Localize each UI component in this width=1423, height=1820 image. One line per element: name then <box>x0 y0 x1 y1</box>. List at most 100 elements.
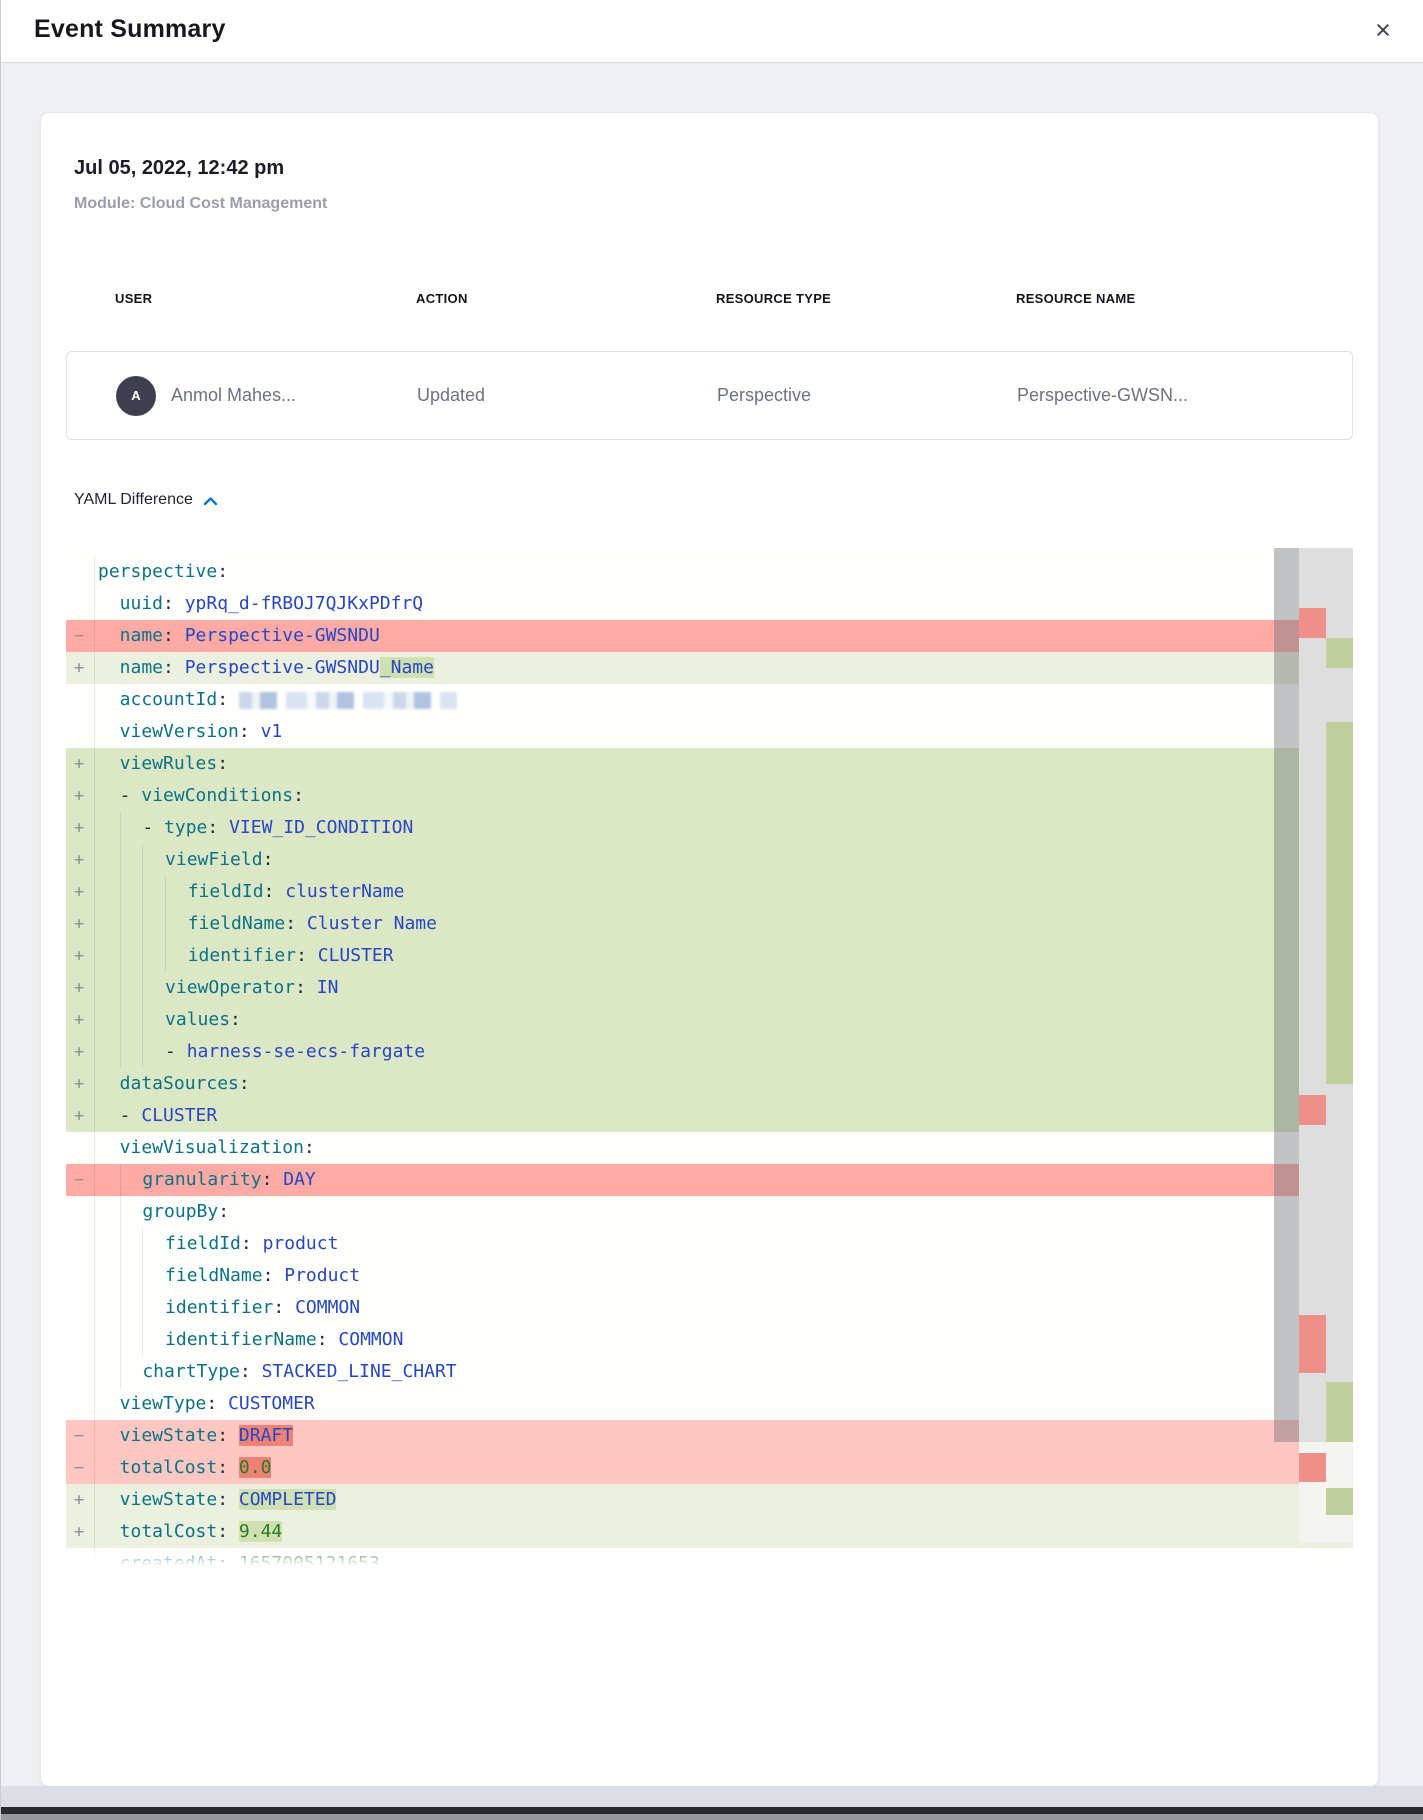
gutter-separator <box>94 812 95 844</box>
diff-line: identifier: COMMON <box>66 1292 1353 1324</box>
diff-line: +identifier: CLUSTER <box>66 940 1353 972</box>
minimap-added-marker <box>1326 1488 1353 1515</box>
column-user: USER <box>115 291 416 306</box>
diff-line: +- viewConditions: <box>66 780 1353 812</box>
gutter-separator <box>94 652 95 684</box>
minimap-added-marker <box>1326 722 1353 1084</box>
gutter-separator <box>94 1068 95 1100</box>
diff-line: −granularity: DAY <box>66 1164 1353 1196</box>
gutter-separator <box>94 780 95 812</box>
bottom-fade-overlay <box>66 1544 1299 1570</box>
gutter-separator <box>94 684 95 716</box>
gutter-separator <box>94 1292 95 1324</box>
gutter-separator <box>94 1100 95 1132</box>
diff-gutter-marker: − <box>74 1420 84 1452</box>
chevron-up-icon[interactable] <box>203 496 218 506</box>
diff-line: −name: Perspective-GWSNDU <box>66 620 1353 652</box>
window-bottom-strip <box>1 1786 1423 1807</box>
action-cell: Updated <box>417 385 717 406</box>
gutter-separator <box>94 748 95 780</box>
gutter-separator <box>94 716 95 748</box>
gutter-separator <box>94 620 95 652</box>
scrollbar-thumb[interactable] <box>1274 548 1299 1442</box>
event-timestamp: Jul 05, 2022, 12:42 pm <box>74 157 284 180</box>
event-summary-modal: Event Summary × Jul 05, 2022, 12:42 pm M… <box>0 0 1423 1820</box>
diff-line: fieldId: product <box>66 1228 1353 1260</box>
minimap-removed-marker <box>1299 1095 1326 1125</box>
diff-line: +fieldName: Cluster Name <box>66 908 1353 940</box>
diff-line: +viewField: <box>66 844 1353 876</box>
diff-line: +viewRules: <box>66 748 1353 780</box>
event-card: Jul 05, 2022, 12:42 pm Module: Cloud Cos… <box>41 113 1378 1786</box>
window-bottom-edge <box>1 1814 1423 1820</box>
gutter-separator <box>94 1356 95 1388</box>
close-button[interactable]: × <box>1365 12 1401 48</box>
page-title: Event Summary <box>1 0 1423 44</box>
column-resource-name: RESOURCE NAME <box>1016 291 1353 306</box>
diff-gutter-marker: − <box>74 1164 84 1196</box>
diff-line: +viewState: COMPLETED <box>66 1484 1353 1516</box>
diff-line: +viewOperator: IN <box>66 972 1353 1004</box>
gutter-separator <box>94 1388 95 1420</box>
diff-line: +- CLUSTER <box>66 1100 1353 1132</box>
window-bottom-bar <box>1 1807 1423 1814</box>
diff-line: −viewState: DRAFT <box>66 1420 1353 1452</box>
diff-line: accountId: <box>66 684 1353 716</box>
diff-line: −totalCost: 0.0 <box>66 1452 1353 1484</box>
gutter-separator <box>94 908 95 940</box>
diff-code: perspective:uuid: ypRq_d-fRBOJ7QJKxPDfrQ… <box>66 548 1353 1570</box>
gutter-separator <box>94 1196 95 1228</box>
gutter-separator <box>94 876 95 908</box>
minimap-removed-marker <box>1299 1453 1326 1482</box>
diff-gutter-marker: + <box>74 940 84 972</box>
diff-line: +- type: VIEW_ID_CONDITION <box>66 812 1353 844</box>
gutter-separator <box>94 1004 95 1036</box>
audit-table-row: A Anmol Mahes... Updated Perspective Per… <box>66 351 1353 440</box>
minimap-added-marker <box>1326 1382 1353 1442</box>
gutter-separator <box>94 972 95 1004</box>
gutter-separator <box>94 1324 95 1356</box>
avatar: A <box>116 376 156 416</box>
gutter-separator <box>94 1036 95 1068</box>
gutter-separator <box>94 940 95 972</box>
user-name: Anmol Mahes... <box>171 385 296 406</box>
diff-line: perspective: <box>66 556 1353 588</box>
diff-line: viewType: CUSTOMER <box>66 1388 1353 1420</box>
diff-line: +name: Perspective-GWSNDU_Name <box>66 652 1353 684</box>
diff-line: viewVersion: v1 <box>66 716 1353 748</box>
diff-gutter-marker: + <box>74 876 84 908</box>
modal-header: Event Summary × <box>1 0 1423 63</box>
diff-gutter-marker: + <box>74 1036 84 1068</box>
diff-gutter-marker: + <box>74 748 84 780</box>
gutter-separator <box>94 1132 95 1164</box>
yaml-difference-section-header: YAML Difference <box>74 491 218 509</box>
gutter-separator <box>94 1420 95 1452</box>
diff-gutter-marker: + <box>74 812 84 844</box>
diff-line: groupBy: <box>66 1196 1353 1228</box>
diff-gutter-marker: − <box>74 620 84 652</box>
diff-line: +values: <box>66 1004 1353 1036</box>
minimap-added-marker <box>1326 638 1353 668</box>
diff-gutter-marker: + <box>74 972 84 1004</box>
minimap-removed-marker <box>1299 608 1326 638</box>
diff-gutter-marker: + <box>74 1004 84 1036</box>
diff-line: chartType: STACKED_LINE_CHART <box>66 1356 1353 1388</box>
yaml-diff-viewer[interactable]: perspective:uuid: ypRq_d-fRBOJ7QJKxPDfrQ… <box>66 548 1353 1570</box>
diff-gutter-marker: + <box>74 652 84 684</box>
gutter-separator <box>94 844 95 876</box>
column-resource-type: RESOURCE TYPE <box>716 291 1016 306</box>
diff-line: viewVisualization: <box>66 1132 1353 1164</box>
diff-line: +dataSources: <box>66 1068 1353 1100</box>
diff-line: fieldName: Product <box>66 1260 1353 1292</box>
diff-gutter-marker: + <box>74 1484 84 1516</box>
gutter-separator <box>94 1164 95 1196</box>
diff-gutter-marker: + <box>74 1068 84 1100</box>
gutter-separator <box>94 1260 95 1292</box>
user-cell: A Anmol Mahes... <box>116 376 417 416</box>
gutter-separator <box>94 1228 95 1260</box>
diff-line: uuid: ypRq_d-fRBOJ7QJKxPDfrQ <box>66 588 1353 620</box>
diff-gutter-marker: + <box>74 1100 84 1132</box>
diff-line: identifierName: COMMON <box>66 1324 1353 1356</box>
gutter-separator <box>94 1452 95 1484</box>
gutter-separator <box>94 588 95 620</box>
